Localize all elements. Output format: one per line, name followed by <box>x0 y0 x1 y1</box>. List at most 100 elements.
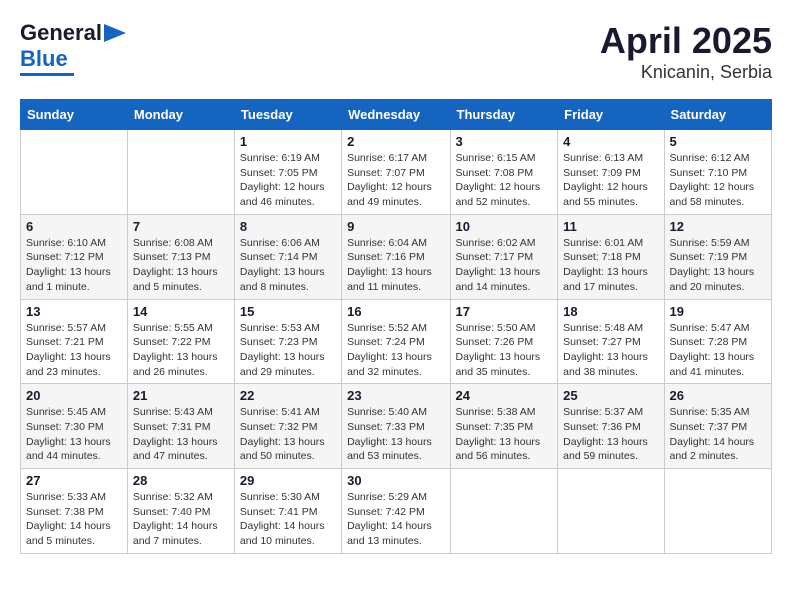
day-info: Sunrise: 5:32 AM Sunset: 7:40 PM Dayligh… <box>133 490 229 549</box>
day-info: Sunrise: 5:55 AM Sunset: 7:22 PM Dayligh… <box>133 321 229 380</box>
logo-arrow-icon <box>104 24 126 42</box>
day-info: Sunrise: 5:40 AM Sunset: 7:33 PM Dayligh… <box>347 405 444 464</box>
day-number: 21 <box>133 388 229 403</box>
day-number: 15 <box>240 304 336 319</box>
day-number: 29 <box>240 473 336 488</box>
logo: General Blue <box>20 20 126 76</box>
day-info: Sunrise: 5:37 AM Sunset: 7:36 PM Dayligh… <box>563 405 658 464</box>
day-info: Sunrise: 5:33 AM Sunset: 7:38 PM Dayligh… <box>26 490 122 549</box>
calendar-cell: 18 Sunrise: 5:48 AM Sunset: 7:27 PM Dayli… <box>558 299 664 384</box>
day-info: Sunrise: 6:06 AM Sunset: 7:14 PM Dayligh… <box>240 236 336 295</box>
calendar-cell: 26 Sunrise: 5:35 AM Sunset: 7:37 PM Dayli… <box>664 384 771 469</box>
day-number: 12 <box>670 219 766 234</box>
day-info: Sunrise: 5:50 AM Sunset: 7:26 PM Dayligh… <box>456 321 553 380</box>
day-info: Sunrise: 5:47 AM Sunset: 7:28 PM Dayligh… <box>670 321 766 380</box>
day-info: Sunrise: 6:02 AM Sunset: 7:17 PM Dayligh… <box>456 236 553 295</box>
day-info: Sunrise: 5:38 AM Sunset: 7:35 PM Dayligh… <box>456 405 553 464</box>
day-number: 1 <box>240 134 336 149</box>
col-header-monday: Monday <box>127 100 234 130</box>
calendar-cell: 16Sunrise: 5:52 AM Sunset: 7:24 PM Dayli… <box>342 299 450 384</box>
day-number: 17 <box>456 304 553 319</box>
day-number: 2 <box>347 134 444 149</box>
col-header-tuesday: Tuesday <box>234 100 341 130</box>
day-number: 25 <box>563 388 658 403</box>
calendar-week-row: 27 Sunrise: 5:33 AM Sunset: 7:38 PM Dayli… <box>21 469 772 554</box>
day-info: Sunrise: 6:19 AM Sunset: 7:05 PM Dayligh… <box>240 151 336 210</box>
day-info: Sunrise: 6:17 AM Sunset: 7:07 PM Dayligh… <box>347 151 444 210</box>
day-number: 24 <box>456 388 553 403</box>
day-number: 10 <box>456 219 553 234</box>
day-info: Sunrise: 5:52 AM Sunset: 7:24 PM Dayligh… <box>347 321 444 380</box>
day-number: 8 <box>240 219 336 234</box>
day-info: Sunrise: 6:04 AM Sunset: 7:16 PM Dayligh… <box>347 236 444 295</box>
day-number: 27 <box>26 473 122 488</box>
calendar-cell <box>21 130 128 215</box>
day-info: Sunrise: 5:53 AM Sunset: 7:23 PM Dayligh… <box>240 321 336 380</box>
calendar-week-row: 1 Sunrise: 6:19 AM Sunset: 7:05 PM Daylig… <box>21 130 772 215</box>
day-info: Sunrise: 6:13 AM Sunset: 7:09 PM Dayligh… <box>563 151 658 210</box>
calendar-cell: 2 Sunrise: 6:17 AM Sunset: 7:07 PM Daylig… <box>342 130 450 215</box>
calendar-cell <box>450 469 558 554</box>
day-info: Sunrise: 5:29 AM Sunset: 7:42 PM Dayligh… <box>347 490 444 549</box>
calendar-cell: 10 Sunrise: 6:02 AM Sunset: 7:17 PM Dayli… <box>450 214 558 299</box>
logo-text: General <box>20 20 102 46</box>
day-number: 28 <box>133 473 229 488</box>
calendar-cell: 13 Sunrise: 5:57 AM Sunset: 7:21 PM Dayli… <box>21 299 128 384</box>
calendar-cell: 22Sunrise: 5:41 AM Sunset: 7:32 PM Dayli… <box>234 384 341 469</box>
calendar-cell: 23Sunrise: 5:40 AM Sunset: 7:33 PM Dayli… <box>342 384 450 469</box>
calendar-cell: 25 Sunrise: 5:37 AM Sunset: 7:36 PM Dayli… <box>558 384 664 469</box>
calendar-cell: 3 Sunrise: 6:15 AM Sunset: 7:08 PM Daylig… <box>450 130 558 215</box>
col-header-wednesday: Wednesday <box>342 100 450 130</box>
day-number: 7 <box>133 219 229 234</box>
day-info: Sunrise: 5:30 AM Sunset: 7:41 PM Dayligh… <box>240 490 336 549</box>
calendar-cell: 4 Sunrise: 6:13 AM Sunset: 7:09 PM Daylig… <box>558 130 664 215</box>
title-block: April 2025 Knicanin, Serbia <box>600 20 772 83</box>
day-info: Sunrise: 6:10 AM Sunset: 7:12 PM Dayligh… <box>26 236 122 295</box>
calendar-cell: 27 Sunrise: 5:33 AM Sunset: 7:38 PM Dayli… <box>21 469 128 554</box>
calendar-cell: 9 Sunrise: 6:04 AM Sunset: 7:16 PM Daylig… <box>342 214 450 299</box>
calendar-week-row: 6Sunrise: 6:10 AM Sunset: 7:12 PM Daylig… <box>21 214 772 299</box>
page-title: April 2025 <box>600 20 772 62</box>
day-number: 20 <box>26 388 122 403</box>
calendar-cell: 11 Sunrise: 6:01 AM Sunset: 7:18 PM Dayli… <box>558 214 664 299</box>
calendar-cell: 8 Sunrise: 6:06 AM Sunset: 7:14 PM Daylig… <box>234 214 341 299</box>
calendar-cell: 14 Sunrise: 5:55 AM Sunset: 7:22 PM Dayli… <box>127 299 234 384</box>
calendar-cell: 17 Sunrise: 5:50 AM Sunset: 7:26 PM Dayli… <box>450 299 558 384</box>
logo-blue-text: Blue <box>20 46 68 72</box>
day-number: 14 <box>133 304 229 319</box>
day-number: 4 <box>563 134 658 149</box>
calendar-header-row: SundayMondayTuesdayWednesdayThursdayFrid… <box>21 100 772 130</box>
day-number: 3 <box>456 134 553 149</box>
day-number: 18 <box>563 304 658 319</box>
calendar-cell: 5Sunrise: 6:12 AM Sunset: 7:10 PM Daylig… <box>664 130 771 215</box>
calendar-cell: 20Sunrise: 5:45 AM Sunset: 7:30 PM Dayli… <box>21 384 128 469</box>
calendar-cell <box>558 469 664 554</box>
day-info: Sunrise: 5:59 AM Sunset: 7:19 PM Dayligh… <box>670 236 766 295</box>
calendar-table: SundayMondayTuesdayWednesdayThursdayFrid… <box>20 99 772 554</box>
calendar-cell <box>127 130 234 215</box>
day-number: 26 <box>670 388 766 403</box>
page-header: General Blue April 2025 Knicanin, Serbia <box>20 20 772 83</box>
day-info: Sunrise: 6:01 AM Sunset: 7:18 PM Dayligh… <box>563 236 658 295</box>
calendar-cell: 15 Sunrise: 5:53 AM Sunset: 7:23 PM Dayli… <box>234 299 341 384</box>
day-info: Sunrise: 5:48 AM Sunset: 7:27 PM Dayligh… <box>563 321 658 380</box>
day-number: 13 <box>26 304 122 319</box>
col-header-sunday: Sunday <box>21 100 128 130</box>
day-number: 19 <box>670 304 766 319</box>
calendar-cell: 24 Sunrise: 5:38 AM Sunset: 7:35 PM Dayli… <box>450 384 558 469</box>
calendar-cell: 7Sunrise: 6:08 AM Sunset: 7:13 PM Daylig… <box>127 214 234 299</box>
page-subtitle: Knicanin, Serbia <box>600 62 772 83</box>
day-number: 11 <box>563 219 658 234</box>
day-info: Sunrise: 6:12 AM Sunset: 7:10 PM Dayligh… <box>670 151 766 210</box>
day-number: 9 <box>347 219 444 234</box>
day-info: Sunrise: 5:35 AM Sunset: 7:37 PM Dayligh… <box>670 405 766 464</box>
calendar-week-row: 20Sunrise: 5:45 AM Sunset: 7:30 PM Dayli… <box>21 384 772 469</box>
col-header-saturday: Saturday <box>664 100 771 130</box>
calendar-cell: 29 Sunrise: 5:30 AM Sunset: 7:41 PM Dayli… <box>234 469 341 554</box>
day-info: Sunrise: 5:57 AM Sunset: 7:21 PM Dayligh… <box>26 321 122 380</box>
day-info: Sunrise: 5:43 AM Sunset: 7:31 PM Dayligh… <box>133 405 229 464</box>
calendar-cell: 1 Sunrise: 6:19 AM Sunset: 7:05 PM Daylig… <box>234 130 341 215</box>
calendar-cell <box>664 469 771 554</box>
day-info: Sunrise: 6:15 AM Sunset: 7:08 PM Dayligh… <box>456 151 553 210</box>
calendar-week-row: 13 Sunrise: 5:57 AM Sunset: 7:21 PM Dayli… <box>21 299 772 384</box>
